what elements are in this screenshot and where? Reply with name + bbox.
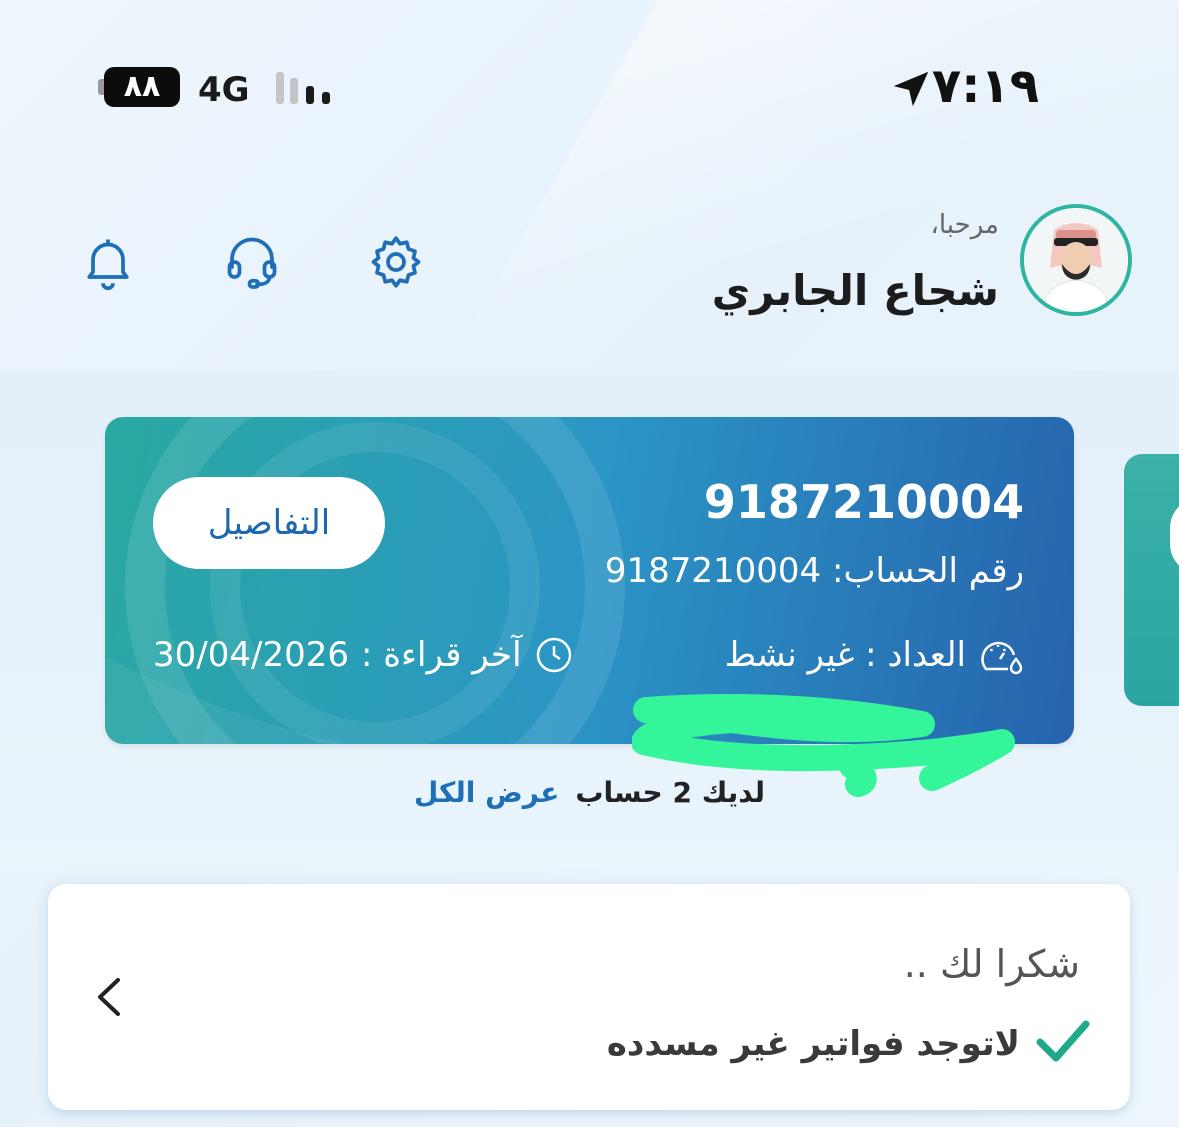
chevron-left-icon[interactable]: [92, 974, 128, 1020]
account-number: 9187210004: [604, 551, 822, 591]
battery-indicator: ٨٨: [98, 67, 182, 109]
avatar[interactable]: [1020, 204, 1132, 316]
accounts-count: لديك 2 حساب: [575, 776, 765, 809]
last-reading-row: آخر قراءة : 30/04/2026: [153, 635, 574, 675]
meter-status: العداد : غير نشط: [724, 635, 966, 675]
user-name: شجاع الجابري: [711, 266, 999, 315]
notification-bell-icon[interactable]: [78, 232, 138, 292]
user-avatar-icon: [1024, 208, 1128, 312]
meter-gauge-icon: [981, 641, 1023, 675]
next-card-button-peek: [1170, 498, 1179, 574]
account-title: 9187210004: [703, 475, 1024, 529]
battery-level: ٨٨: [104, 67, 180, 107]
check-icon: [1036, 1020, 1090, 1062]
account-number-label: رقم الحساب:: [831, 551, 1024, 591]
network-type: 4G: [198, 70, 250, 110]
meter-status-row: العداد : غير نشط: [725, 635, 1024, 675]
last-reading-label: آخر قراءة :: [360, 635, 522, 675]
details-button[interactable]: التفاصيل: [153, 477, 385, 569]
location-arrow-icon: [893, 71, 929, 107]
account-number-row: رقم الحساب: 9187210004: [605, 551, 1024, 591]
bills-status-card[interactable]: شكرا لك .. لاتوجد فواتير غير مسدده: [48, 884, 1130, 1110]
last-reading-date: 30/04/2026: [153, 635, 349, 675]
no-unpaid-bills-text: لاتوجد فواتير غير مسدده: [606, 1024, 1020, 1064]
status-time: ٧:١٩: [931, 58, 1039, 114]
clock-icon: [536, 637, 571, 673]
greeting-text: مرحبا،: [930, 210, 999, 240]
view-all-link[interactable]: عرض الكل: [414, 776, 559, 809]
next-account-card-peek[interactable]: [1124, 454, 1179, 706]
signal-strength-icon: [276, 72, 330, 104]
thanks-text: شكرا لك ..: [903, 942, 1080, 986]
support-headset-icon[interactable]: [222, 232, 282, 292]
settings-icon[interactable]: [366, 232, 426, 292]
